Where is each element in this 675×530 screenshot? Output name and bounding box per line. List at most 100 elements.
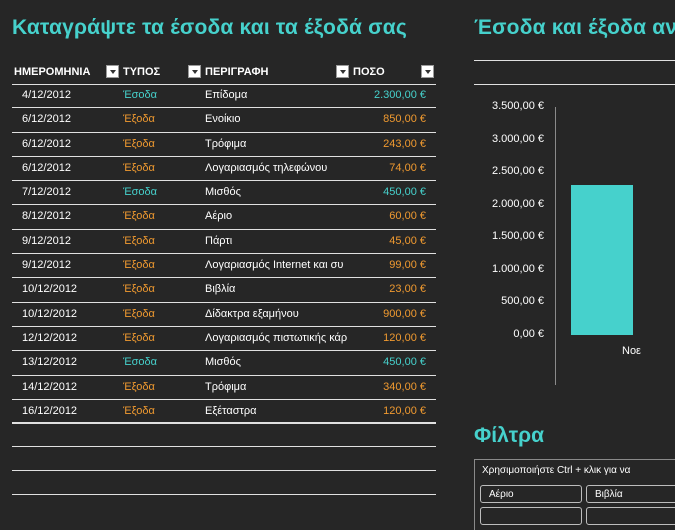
cell-date[interactable]: 6/12/2012 [22,133,112,156]
table-row[interactable]: 12/12/2012 Έξοδα Λογαριασμός πιστωτικής κά… [12,327,436,352]
cell-amount[interactable]: 450,00 € [352,181,426,204]
cell-amount[interactable]: 99,00 € [352,254,426,277]
cell-amount[interactable]: 120,00 € [352,400,426,423]
transactions-table: 4/12/2012 Έσοδα Επίδομα 2.300,00 €6/12/2012… [12,84,436,425]
cell-description[interactable]: Μισθός [205,181,352,204]
cell-date[interactable]: 7/12/2012 [22,181,112,204]
cell-description[interactable]: Εξέταστρα [205,400,352,423]
cell-type[interactable]: Έξοδα [123,376,193,399]
cell-description[interactable]: Πάρτι [205,230,352,253]
filter-dropdown-date-icon[interactable] [106,65,119,78]
column-header-type: ΤΥΠΟΣ [123,66,161,78]
cell-description[interactable]: Λογαριασμός τηλεφώνου [205,157,352,180]
cell-description[interactable]: Δίδακτρα εξαμήνου [205,303,352,326]
table-row[interactable]: 7/12/2012 Έσοδα Μισθός 450,00 € [12,181,436,206]
table-row[interactable]: 6/12/2012 Έξοδα Τρόφιμα 243,00 € [12,133,436,157]
table-row[interactable]: 9/12/2012 Έξοδα Πάρτι 45,00 € [12,230,436,255]
filter-hint-text: Χρησιμοποιήστε Ctrl + κλικ για να [482,465,631,476]
cell-type[interactable]: Έσοδα [123,181,193,204]
cell-type[interactable]: Έξοδα [123,205,193,228]
filter-button[interactable] [586,507,675,525]
cell-amount[interactable]: 23,00 € [352,278,426,301]
table-row[interactable]: 10/12/2012 Έξοδα Δίδακτρα εξαμήνου 900,00 € [12,303,436,327]
cell-type[interactable]: Έξοδα [123,157,193,180]
chart-bar [571,185,633,335]
cell-date[interactable]: 10/12/2012 [22,303,112,326]
table-empty-line [12,446,436,447]
filter-dropdown-amount-icon[interactable] [421,65,434,78]
cell-description[interactable]: Επίδομα [205,84,352,107]
cell-amount[interactable]: 74,00 € [352,157,426,180]
cell-date[interactable]: 10/12/2012 [22,278,112,301]
filter-dropdown-description-icon[interactable] [336,65,349,78]
table-empty-line [12,422,436,423]
cell-description[interactable]: Αέριο [205,205,352,228]
y-tick-label: 3.500,00 € [492,100,544,112]
cell-type[interactable]: Έξοδα [123,108,193,131]
y-tick-label: 0,00 € [513,328,544,340]
cell-amount[interactable]: 2.300,00 € [352,84,426,107]
cell-amount[interactable]: 45,00 € [352,230,426,253]
filter-button-gas[interactable]: Αέριο [480,485,582,503]
cell-amount[interactable]: 450,00 € [352,351,426,374]
table-row[interactable]: 14/12/2012 Έξοδα Τρόφιμα 340,00 € [12,376,436,400]
cell-date[interactable]: 13/12/2012 [22,351,112,374]
table-row[interactable]: 8/12/2012 Έξοδα Αέριο 60,00 € [12,205,436,230]
cell-amount[interactable]: 243,00 € [352,133,426,156]
table-row[interactable]: 6/12/2012 Έξοδα Ενοίκιο 850,00 € [12,108,436,133]
filter-button[interactable] [480,507,582,525]
filter-dropdown-type-icon[interactable] [188,65,201,78]
cell-type[interactable]: Έξοδα [123,278,193,301]
chart-title: Έσοδα και έξοδα ανά [474,16,675,39]
sheet-title: Καταγράψτε τα έσοδα και τα έξοδά σας [12,16,407,39]
table-row[interactable]: 6/12/2012 Έξοδα Λογαριασμός τηλεφώνου 74,00… [12,157,436,182]
cell-date[interactable]: 6/12/2012 [22,157,112,180]
filters-title: Φίλτρα [474,424,545,447]
cell-description[interactable]: Μισθός [205,351,352,374]
cell-type[interactable]: Έσοδα [123,351,193,374]
cell-description[interactable]: Βιβλία [205,278,352,301]
cell-amount[interactable]: 340,00 € [352,376,426,399]
cell-type[interactable]: Έξοδα [123,230,193,253]
y-tick-label: 1.000,00 € [492,262,544,275]
table-row[interactable]: 16/12/2012 Έξοδα Εξέταστρα 120,00 € [12,400,436,425]
table-row[interactable]: 4/12/2012 Έσοδα Επίδομα 2.300,00 € [12,84,436,109]
table-empty-line [12,494,436,495]
cell-date[interactable]: 14/12/2012 [22,376,112,399]
filter-button-books[interactable]: Βιβλία [586,485,675,503]
cell-type[interactable]: Έξοδα [123,400,193,423]
cell-amount[interactable]: 120,00 € [352,327,426,350]
cell-amount[interactable]: 900,00 € [352,303,426,326]
cell-date[interactable]: 4/12/2012 [22,84,112,107]
cell-type[interactable]: Έσοδα [123,84,193,107]
cell-type[interactable]: Έξοδα [123,254,193,277]
x-tick-label: Νοε [622,345,641,357]
table-row[interactable]: 10/12/2012 Έξοδα Βιβλία 23,00 € [12,278,436,303]
y-tick-label: 2.000,00 € [492,197,544,210]
column-header-amount: ΠΟΣΟ [353,66,385,78]
table-header: ΗΜΕΡΟΜΗΝΙΑ ΤΥΠΟΣ ΠΕΡΙΓΡΑΦΗ ΠΟΣΟ [12,62,436,85]
cell-date[interactable]: 9/12/2012 [22,230,112,253]
cell-description[interactable]: Τρόφιμα [205,376,352,399]
chart-divider-line [474,84,675,85]
cell-description[interactable]: Ενοίκιο [205,108,352,131]
cell-date[interactable]: 16/12/2012 [22,400,112,423]
table-row[interactable]: 13/12/2012 Έσοδα Μισθός 450,00 € [12,351,436,376]
cell-type[interactable]: Έξοδα [123,327,193,350]
cell-description[interactable]: Λογαριασμός Internet και συ [205,254,352,277]
cell-date[interactable]: 9/12/2012 [22,254,112,277]
table-row[interactable]: 9/12/2012 Έξοδα Λογαριασμός Internet και σ… [12,254,436,279]
y-tick-label: 2.500,00 € [492,165,544,178]
cell-amount[interactable]: 60,00 € [352,205,426,228]
cell-type[interactable]: Έξοδα [123,303,193,326]
y-tick-label: 3.000,00 € [492,132,544,145]
cell-type[interactable]: Έξοδα [123,133,193,156]
cell-description[interactable]: Λογαριασμός πιστωτικής κάρ [205,327,352,350]
cell-amount[interactable]: 850,00 € [352,108,426,131]
cell-date[interactable]: 8/12/2012 [22,205,112,228]
cell-date[interactable]: 6/12/2012 [22,108,112,131]
chart-divider-line [474,60,675,61]
column-header-date: ΗΜΕΡΟΜΗΝΙΑ [14,66,91,78]
cell-date[interactable]: 12/12/2012 [22,327,112,350]
cell-description[interactable]: Τρόφιμα [205,133,352,156]
